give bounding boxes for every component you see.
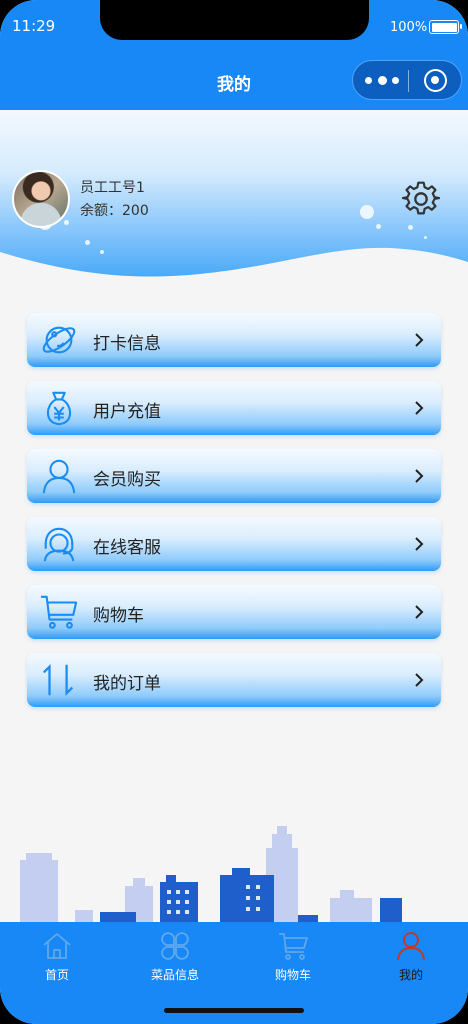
battery-icon bbox=[429, 20, 462, 34]
menu-item-customer-service[interactable]: 在线客服 bbox=[27, 517, 441, 571]
chevron-right-icon bbox=[415, 401, 424, 415]
menu-item-label: 在线客服 bbox=[93, 538, 161, 558]
decor-bubble bbox=[64, 220, 69, 225]
decor-bubble bbox=[376, 224, 381, 229]
menu-item-label: 购物车 bbox=[93, 606, 144, 626]
tab-label: 菜品信息 bbox=[150, 968, 199, 982]
tab-cart[interactable]: 购物车 bbox=[243, 930, 343, 990]
phone-screen: 11:29 100% 我的 员工工号1 余额：200 打卡信息 用户充值 会员购… bbox=[0, 0, 468, 1024]
chevron-right-icon bbox=[415, 469, 424, 483]
more-options-button[interactable] bbox=[365, 69, 399, 91]
cart-icon bbox=[40, 595, 78, 629]
tab-dish-info[interactable]: 菜品信息 bbox=[125, 930, 225, 990]
menu-item-recharge[interactable]: 用户充值 bbox=[27, 381, 441, 435]
decor-bubble bbox=[424, 236, 427, 239]
capsule-divider bbox=[408, 70, 409, 92]
menu-item-cart[interactable]: 购物车 bbox=[27, 585, 441, 639]
menu-item-label: 会员购买 bbox=[93, 470, 161, 490]
headset-icon bbox=[43, 527, 75, 562]
sort-arrows-icon bbox=[42, 663, 74, 697]
menu-item-checkin[interactable]: 打卡信息 bbox=[27, 313, 441, 367]
decor-bubble bbox=[85, 240, 90, 245]
tab-label: 首页 bbox=[44, 968, 69, 982]
user-name: 员工工号1 bbox=[80, 180, 145, 196]
battery-percentage: 100% bbox=[390, 20, 428, 35]
header-wave bbox=[0, 247, 468, 296]
decor-bubble bbox=[100, 250, 104, 254]
chevron-right-icon bbox=[415, 333, 424, 347]
close-program-button[interactable] bbox=[424, 69, 447, 92]
menu-item-label: 打卡信息 bbox=[93, 334, 161, 354]
tab-label: 我的 bbox=[398, 968, 423, 982]
menu-item-orders[interactable]: 我的订单 bbox=[27, 653, 441, 707]
gear-icon[interactable] bbox=[402, 180, 440, 218]
device-notch bbox=[100, 0, 369, 40]
chevron-right-icon bbox=[415, 673, 424, 687]
menu-item-label: 用户充值 bbox=[93, 402, 161, 422]
tab-home[interactable]: 首页 bbox=[7, 930, 107, 990]
tab-label: 购物车 bbox=[274, 968, 311, 982]
decor-bubble bbox=[408, 225, 413, 230]
chevron-right-icon bbox=[415, 605, 424, 619]
money-bag-icon bbox=[46, 391, 72, 426]
clover-icon bbox=[161, 932, 189, 960]
chevron-right-icon bbox=[415, 537, 424, 551]
planet-icon bbox=[42, 326, 76, 354]
avatar[interactable] bbox=[12, 170, 70, 228]
menu-item-label: 我的订单 bbox=[93, 674, 161, 694]
decor-bubble bbox=[360, 205, 374, 219]
status-time: 11:29 bbox=[12, 17, 56, 35]
user-icon bbox=[397, 932, 425, 961]
menu-list: 打卡信息 用户充值 会员购买 在线客服 购物车 我的订单 bbox=[27, 313, 441, 721]
city-skyline-illustration bbox=[20, 826, 402, 922]
tab-mine[interactable]: 我的 bbox=[361, 930, 461, 990]
menu-item-membership[interactable]: 会员购买 bbox=[27, 449, 441, 503]
mini-program-capsule bbox=[352, 60, 462, 100]
user-balance: 余额：200 bbox=[80, 203, 149, 219]
cart-icon bbox=[279, 933, 308, 960]
home-icon bbox=[43, 933, 71, 959]
user-icon bbox=[42, 459, 76, 494]
home-indicator[interactable] bbox=[164, 1008, 304, 1013]
